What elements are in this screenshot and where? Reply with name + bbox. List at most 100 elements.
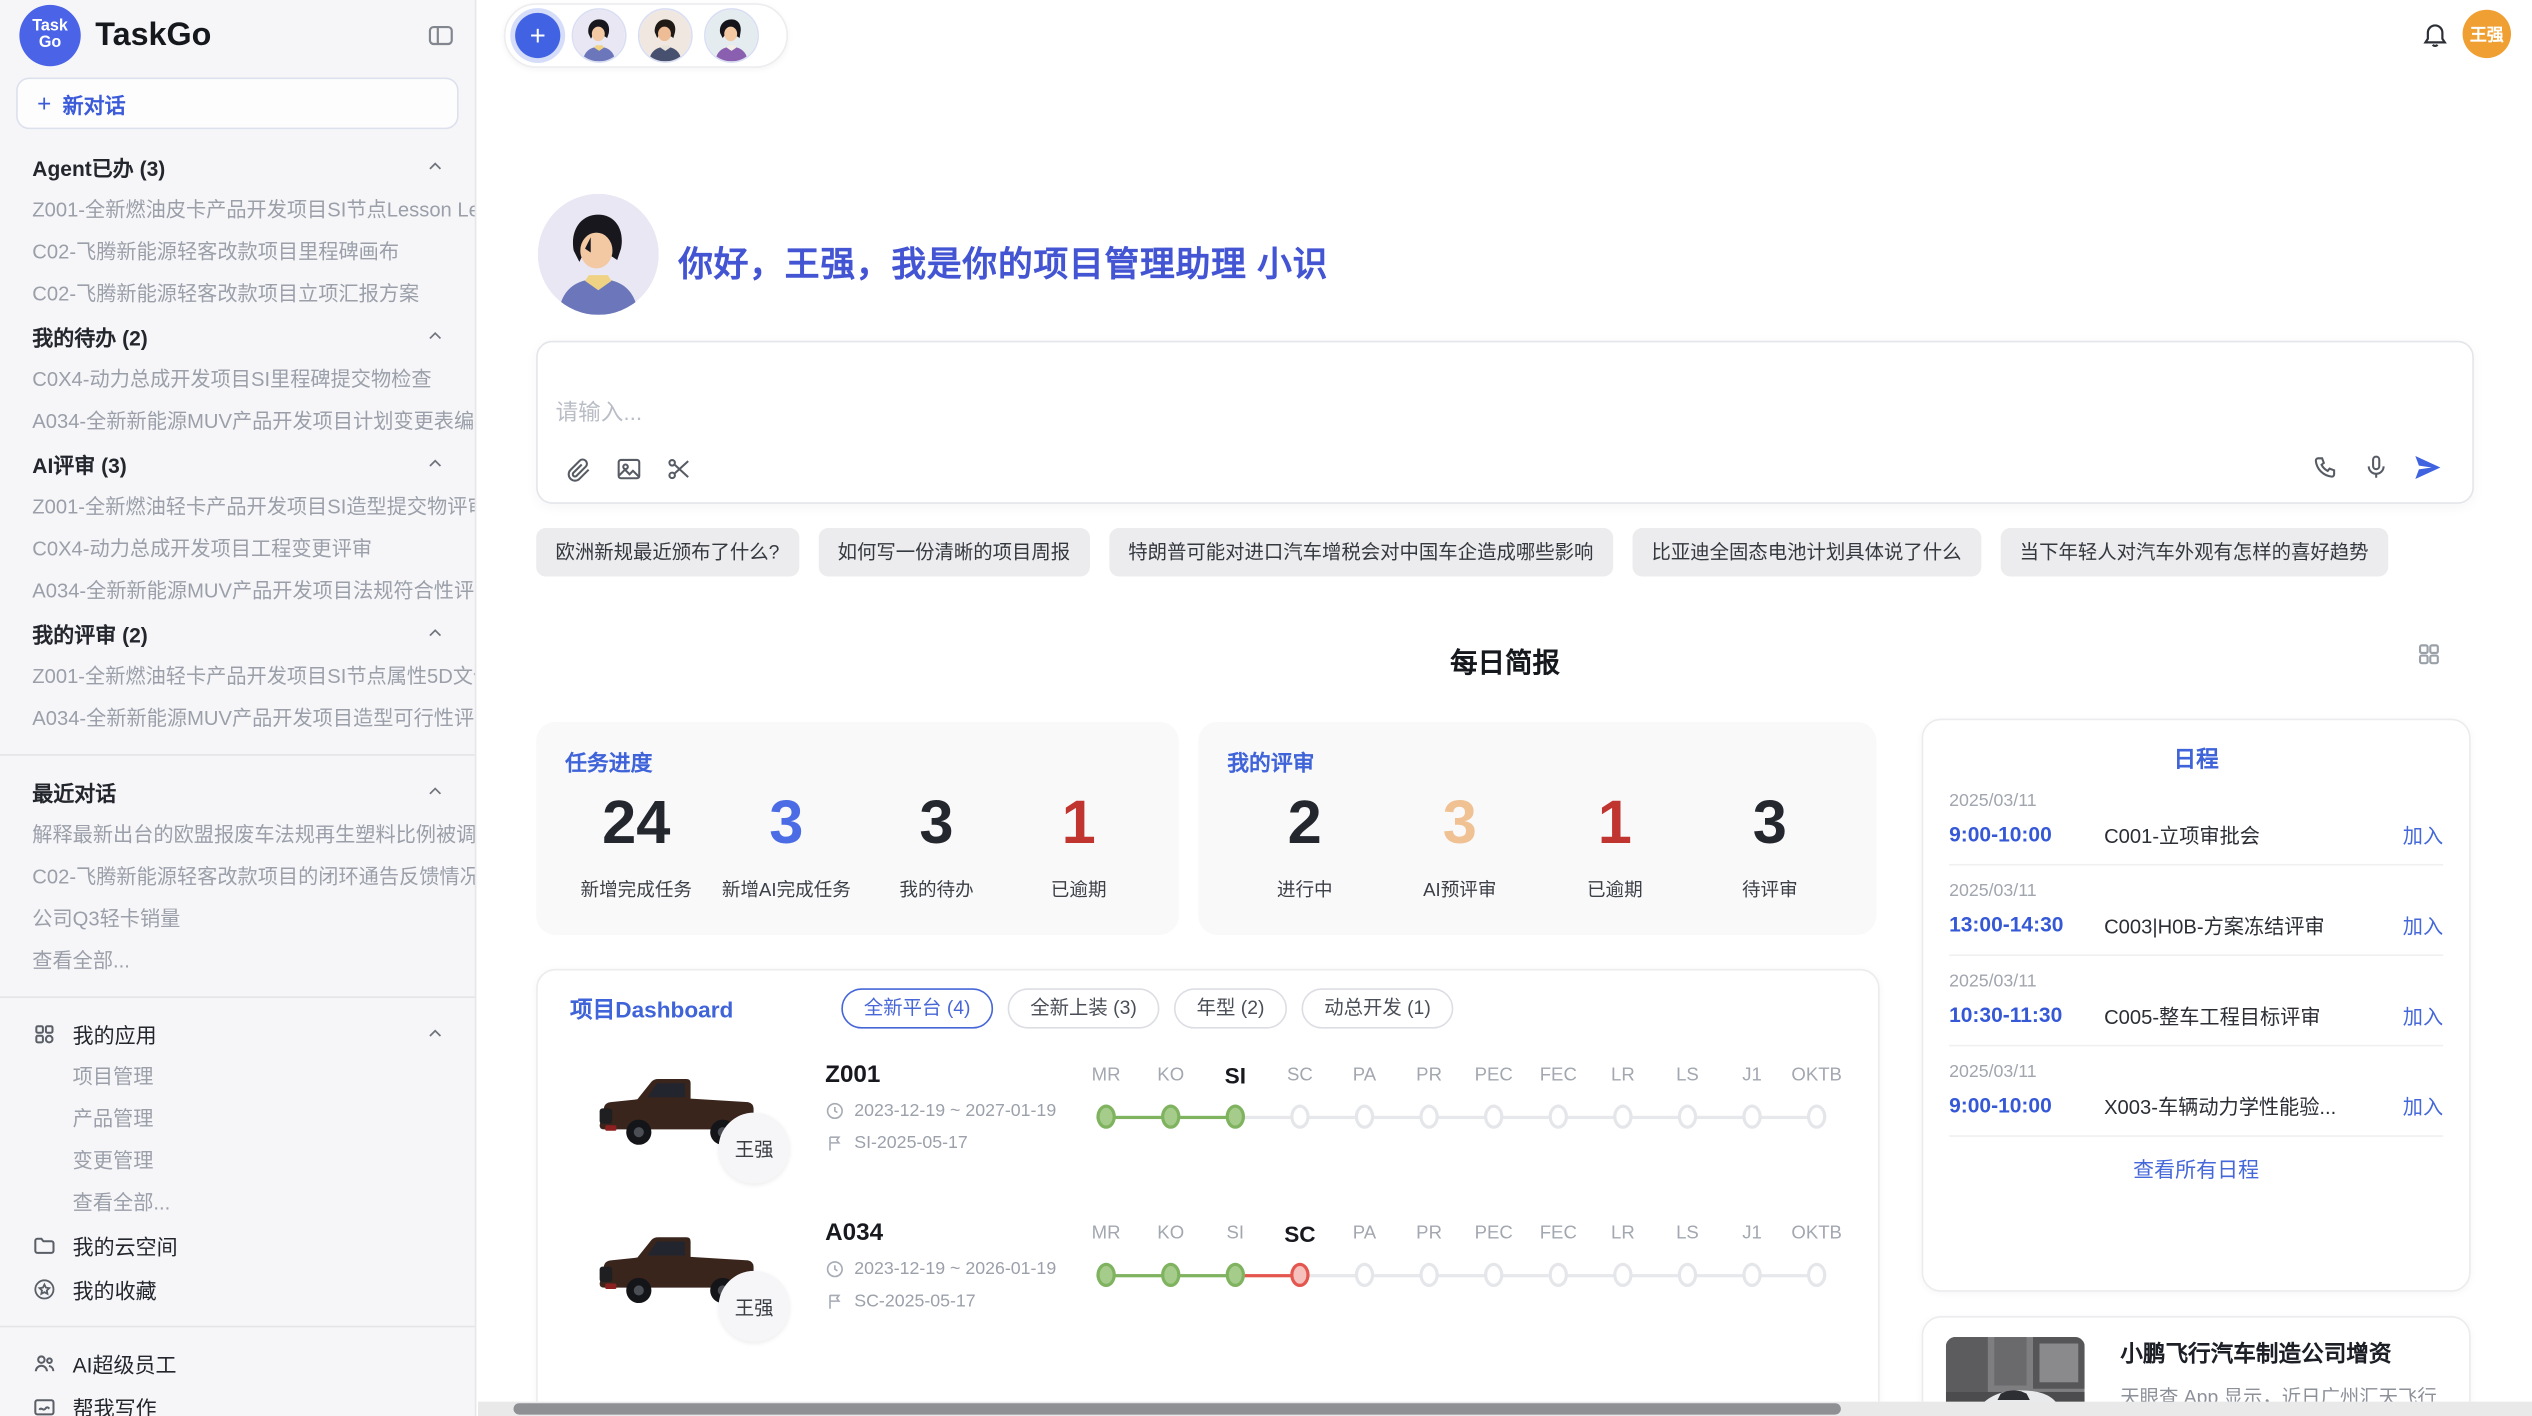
sidebar-item-ai-super-staff[interactable]: AI超级员工 [0, 1342, 475, 1386]
clock-icon [825, 1260, 844, 1279]
app-item-product-mgmt[interactable]: 产品管理 [0, 1098, 475, 1140]
sidebar-item[interactable]: A034-全新新能源MUV产品开发项目计划变更表编写 [0, 400, 475, 442]
image-icon[interactable] [615, 455, 642, 482]
suggestion-chip[interactable]: 欧洲新规最近颁布了什么? [536, 528, 799, 576]
new-chat-button[interactable]: + 新对话 [16, 78, 458, 130]
add-agent-button[interactable]: + [515, 13, 560, 58]
chevron-up-icon [425, 623, 446, 644]
join-link[interactable]: 加入 [2403, 819, 2443, 850]
daily-briefing-title: 每日简报 [478, 639, 2532, 679]
section-ai-review[interactable]: AI评审 (3) [0, 442, 475, 486]
chevron-up-icon [425, 782, 446, 803]
tab-new-platform[interactable]: 全新平台 (4) [841, 988, 993, 1028]
task-progress-card: 任务进度 24新增完成任务 3新增AI完成任务 3我的待办 1已逾期 [536, 722, 1179, 935]
phone-call-icon[interactable] [2312, 454, 2339, 481]
agent-avatar[interactable] [704, 8, 759, 63]
greeting-text: 你好，王强，我是你的项目管理助理 小识 [678, 237, 1328, 287]
schedule-event: 2025/03/11 9:00-10:00 X003-车辆动力学性能验... 加… [1949, 1046, 2443, 1136]
user-avatar[interactable]: 王强 [2463, 10, 2511, 58]
join-link[interactable]: 加入 [2403, 1000, 2443, 1031]
suggestion-chip[interactable]: 如何写一份清晰的项目周报 [818, 528, 1089, 576]
event-time: 10:30-11:30 [1949, 1003, 2104, 1027]
stat-ai-prereview: 3AI预评审 [1403, 786, 1516, 902]
project-owner-badge: 王强 [719, 1271, 790, 1342]
send-icon[interactable] [2413, 452, 2444, 483]
view-all-schedule-link[interactable]: 查看所有日程 [1949, 1153, 2443, 1184]
project-owner-badge: 王强 [719, 1113, 790, 1184]
agent-avatar[interactable] [638, 8, 693, 63]
sidebar-item[interactable]: C02-飞腾新能源轻客改款项目里程碑画布 [0, 231, 475, 273]
scissors-icon[interactable] [665, 455, 692, 482]
chat-composer [536, 341, 2474, 504]
suggestion-chip[interactable]: 当下年轻人对汽车外观有怎样的喜好趋势 [2000, 528, 2388, 576]
sidebar-item-favorites[interactable]: 我的收藏 [0, 1268, 475, 1312]
recent-chat-item[interactable]: 解释最新出台的欧盟报废车法规再生塑料比例被调至15%... [0, 814, 475, 856]
suggestion-chip[interactable]: 特朗普可能对进口汽车增税会对中国车企造成哪些影响 [1109, 528, 1613, 576]
event-time: 9:00-10:00 [1949, 822, 2104, 846]
horizontal-scrollbar[interactable] [478, 1402, 2532, 1416]
sidebar-item[interactable]: Z001-全新燃油皮卡产品开发项目SI节点Lesson Learn报告 [0, 189, 475, 231]
chevron-up-icon [425, 157, 446, 178]
stat-overdue: 1已逾期 [1022, 786, 1135, 902]
suggestion-chips: 欧洲新规最近颁布了什么? 如何写一份清晰的项目周报 特朗普可能对进口汽车增税会对… [536, 528, 2474, 576]
sidebar-item[interactable]: C02-飞腾新能源轻客改款项目立项汇报方案 [0, 273, 475, 315]
app-item-change-mgmt[interactable]: 变更管理 [0, 1140, 475, 1182]
project-row[interactable]: 王强 A034 2023-12-19 ~ 2026-01-19 SC-2025-… [570, 1213, 1846, 1358]
schedule-title: 日程 [1949, 743, 2443, 775]
sidebar-item[interactable]: Z001-全新燃油轻卡产品开发项目SI造型提交物评审 [0, 486, 475, 528]
suggestion-chip[interactable]: 比亚迪全固态电池计划具体说了什么 [1632, 528, 1981, 576]
chat-input[interactable] [552, 397, 2012, 426]
sidebar-item[interactable]: Z001-全新燃油轻卡产品开发项目SI节点属性5D文件评审 [0, 656, 475, 698]
sidebar-item-cloud-space[interactable]: 我的云空间 [0, 1224, 475, 1268]
stat-overdue: 1已逾期 [1558, 786, 1671, 902]
my-review-card: 我的评审 2进行中 3AI预评审 1已逾期 3待评审 [1198, 722, 1876, 935]
agent-avatar[interactable] [572, 8, 627, 63]
join-link[interactable]: 加入 [2403, 1090, 2443, 1121]
apps-grid-icon [32, 1022, 56, 1046]
writing-icon [32, 1395, 56, 1416]
microphone-icon[interactable] [2362, 454, 2389, 481]
sidebar-item[interactable]: A034-全新新能源MUV产品开发项目法规符合性评审 [0, 570, 475, 612]
event-date: 2025/03/11 [1949, 1063, 2443, 1082]
plus-icon: + [37, 90, 51, 117]
sidebar-item[interactable]: C0X4-动力总成开发项目SI里程碑提交物检查 [0, 358, 475, 400]
project-name: A034 [825, 1219, 1056, 1246]
sidebar-item-help-me-write[interactable]: 帮我写作 [0, 1385, 475, 1416]
view-all-apps-link[interactable]: 查看全部... [0, 1182, 475, 1224]
app-item-project-mgmt[interactable]: 项目管理 [0, 1056, 475, 1098]
dashboard-title: 项目Dashboard [570, 993, 733, 1025]
news-title: 小鹏飞行汽车制造公司增资 [2120, 1337, 2446, 1369]
attachment-icon[interactable] [565, 455, 592, 482]
project-date-range: 2023-12-19 ~ 2026-01-19 [854, 1260, 1056, 1279]
chevron-up-icon [425, 1024, 446, 1045]
recent-chat-item[interactable]: 公司Q3轻卡销量 [0, 898, 475, 940]
project-row[interactable]: 王强 Z001 2023-12-19 ~ 2027-01-19 SI-2025-… [570, 1054, 1846, 1199]
dashboard-tabs: 全新平台 (4) 全新上装 (3) 年型 (2) 动总开发 (1) [841, 988, 1453, 1028]
collapse-sidebar-icon[interactable] [426, 21, 455, 50]
project-milestone-date: SI-2025-05-17 [854, 1134, 968, 1153]
layout-grid-icon[interactable] [2416, 641, 2442, 667]
join-link[interactable]: 加入 [2403, 909, 2443, 940]
sidebar-item-my-apps[interactable]: 我的应用 [0, 1012, 475, 1056]
event-title: C005-整车工程目标评审 [2104, 1000, 2403, 1031]
section-recent-chats[interactable]: 最近对话 [0, 770, 475, 814]
scrollbar-thumb[interactable] [514, 1403, 1841, 1414]
recent-chat-item[interactable]: C02-飞腾新能源轻客改款项目的闭环通告反馈情况 [0, 856, 475, 898]
sidebar-item[interactable]: C0X4-动力总成开发项目工程变更评审 [0, 528, 475, 570]
schedule-event: 2025/03/11 10:30-11:30 C005-整车工程目标评审 加入 [1949, 956, 2443, 1046]
sidebar-item[interactable]: A034-全新新能源MUV产品开发项目造型可行性评审 [0, 698, 475, 740]
schedule-event: 2025/03/11 9:00-10:00 C001-立项审批会 加入 [1949, 775, 2443, 865]
tab-model-year[interactable]: 年型 (2) [1174, 988, 1287, 1028]
stat-my-todo: 3我的待办 [880, 786, 993, 902]
notification-bell-icon[interactable] [2421, 19, 2450, 48]
section-agent-done[interactable]: Agent已办 (3) [0, 145, 475, 189]
section-my-review[interactable]: 我的评审 (2) [0, 612, 475, 656]
event-time: 9:00-10:00 [1949, 1093, 2104, 1117]
project-date-range: 2023-12-19 ~ 2027-01-19 [854, 1101, 1056, 1120]
chevron-up-icon [425, 326, 446, 347]
tab-powertrain[interactable]: 动总开发 (1) [1302, 988, 1454, 1028]
section-my-todo[interactable]: 我的待办 (2) [0, 315, 475, 359]
view-all-chats-link[interactable]: 查看全部... [0, 940, 475, 982]
people-icon [32, 1352, 56, 1376]
tab-new-body[interactable]: 全新上装 (3) [1008, 988, 1160, 1028]
